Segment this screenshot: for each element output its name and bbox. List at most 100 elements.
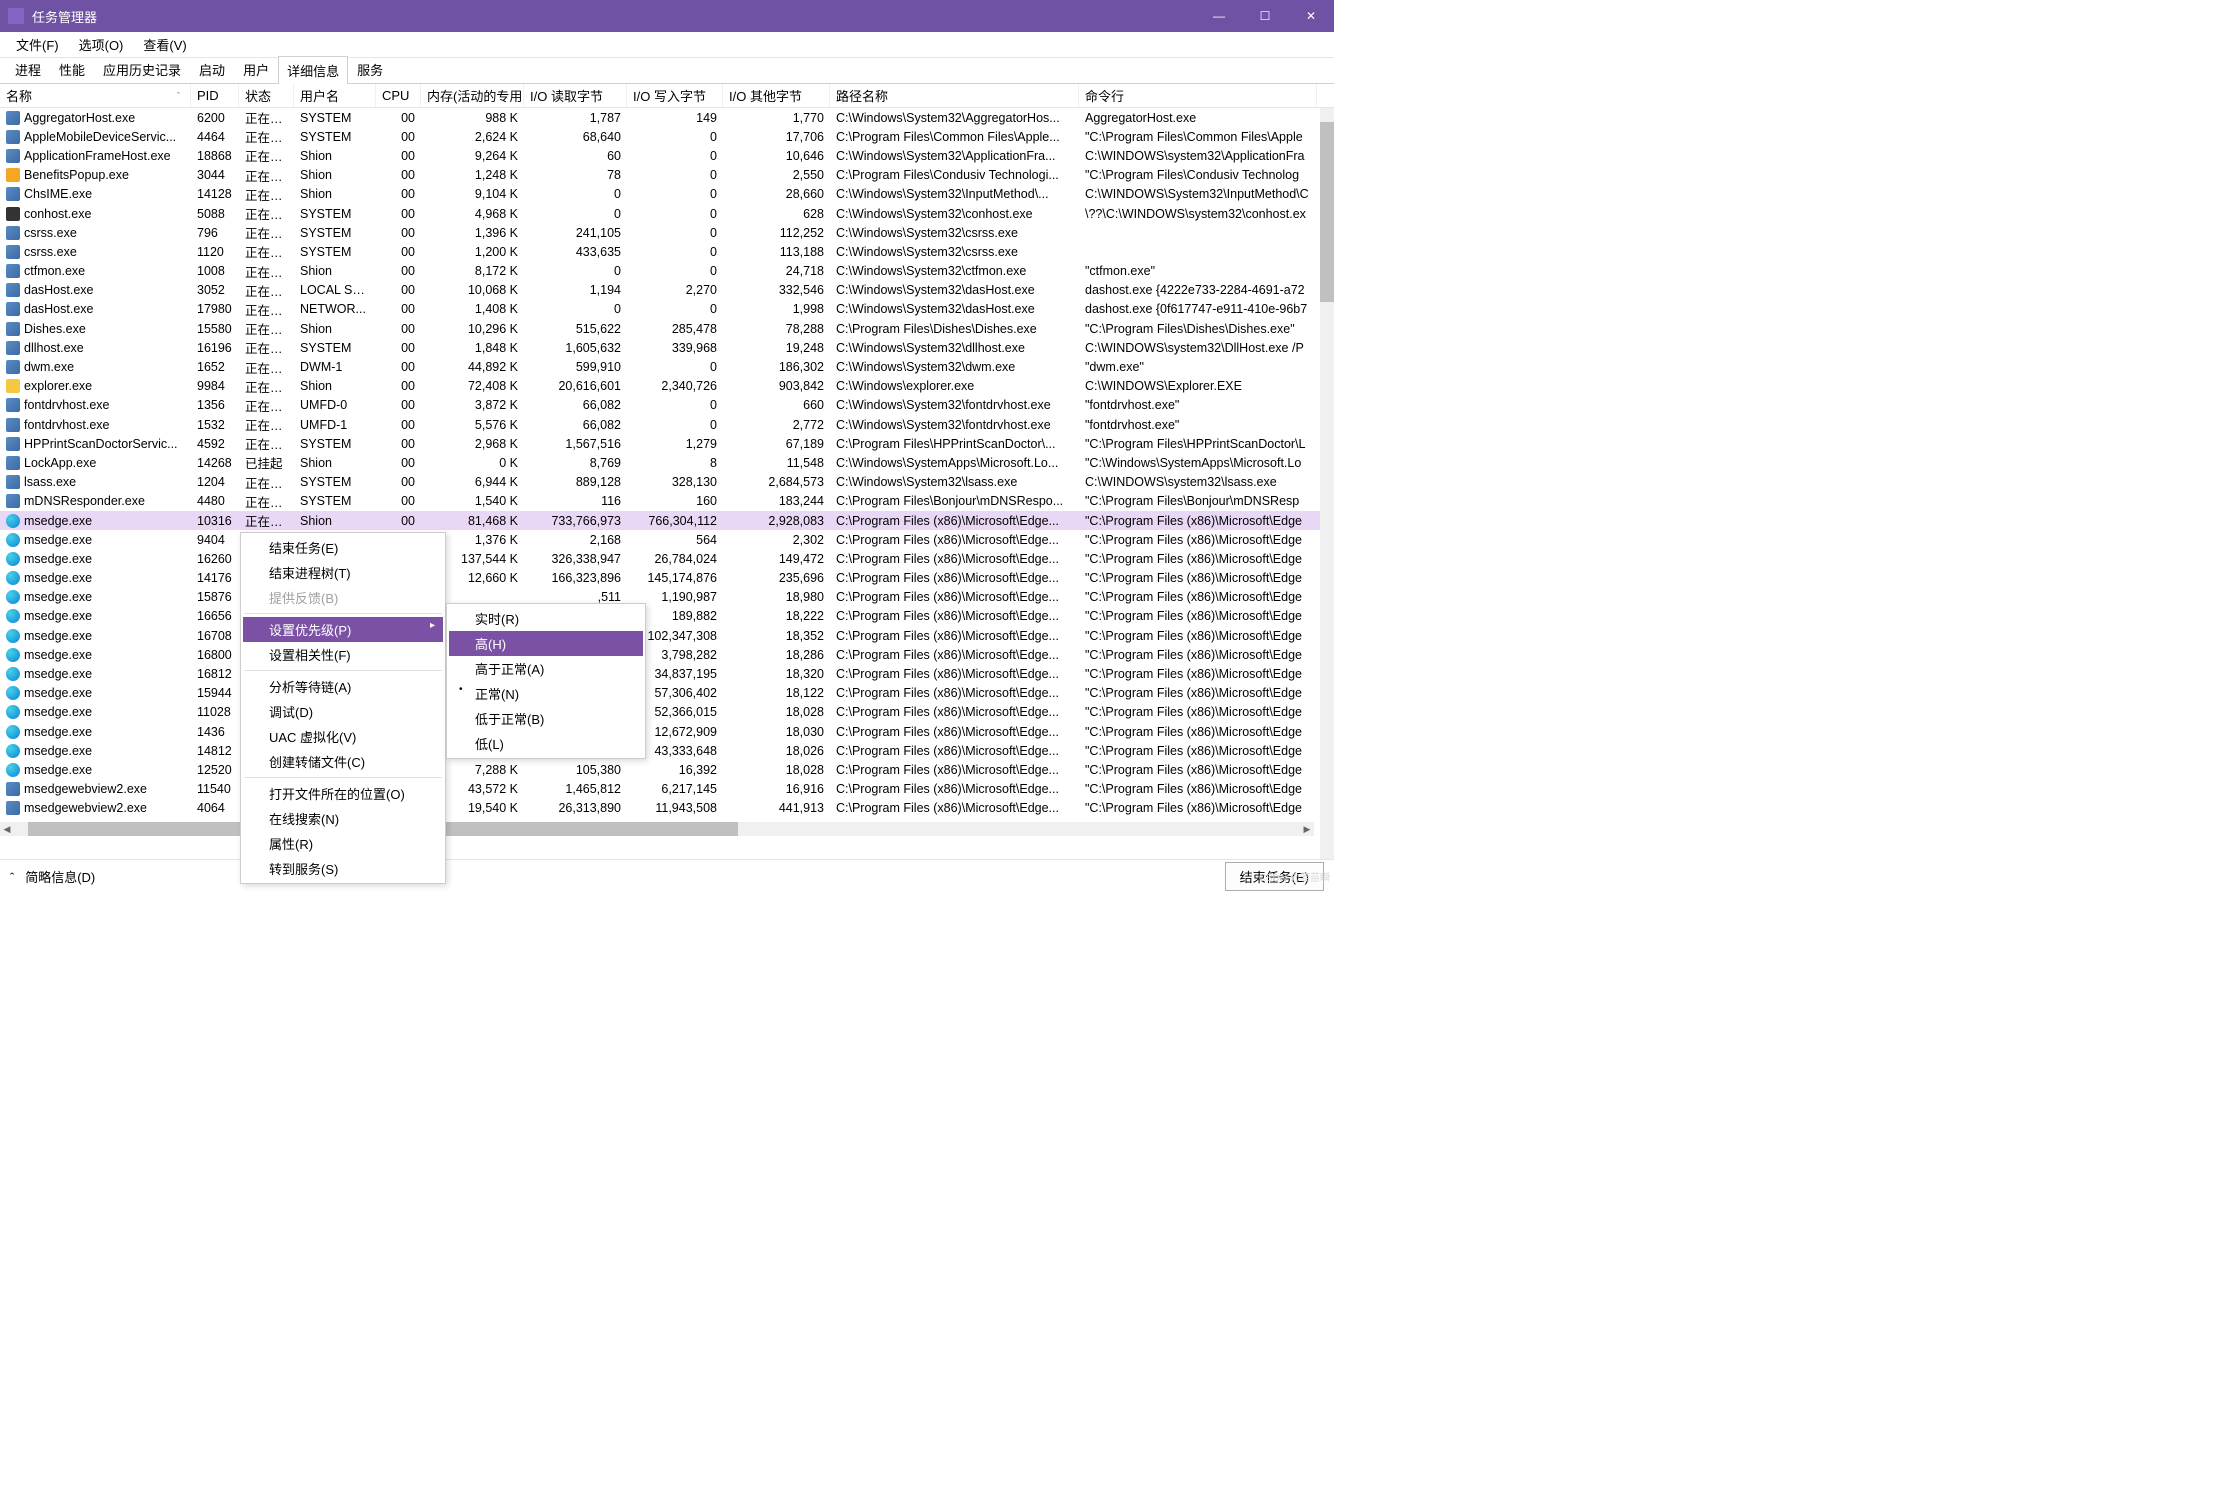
table-row[interactable]: msedge.exe16800,8763,798,28218,286C:\Pro…: [0, 645, 1334, 664]
cell-name: LockApp.exe: [0, 456, 191, 470]
column-header-0[interactable]: 名称ˆ: [0, 84, 191, 107]
column-header-10[interactable]: 命令行: [1079, 84, 1317, 107]
table-row[interactable]: msedge.exe1417612,660 K166,323,896145,17…: [0, 569, 1334, 588]
menu-item-8[interactable]: 调试(D): [243, 699, 443, 724]
table-row[interactable]: ApplicationFrameHost.exe18868正在运行Shion00…: [0, 146, 1334, 165]
table-row[interactable]: msedge.exe11028,76152,366,01518,028C:\Pr…: [0, 703, 1334, 722]
process-name: msedge.exe: [24, 686, 92, 700]
table-row[interactable]: msedge.exe1481282,384 K52,507,97243,333,…: [0, 741, 1334, 760]
table-row[interactable]: msedge.exe16812,16934,837,19518,320C:\Pr…: [0, 664, 1334, 683]
priority-item-2[interactable]: 高于正常(A): [449, 656, 643, 681]
column-header-3[interactable]: 用户名: [294, 84, 376, 107]
priority-item-3[interactable]: 正常(N)•: [449, 681, 643, 706]
table-row[interactable]: mDNSResponder.exe4480正在运行SYSTEM001,540 K…: [0, 492, 1334, 511]
table-row[interactable]: dasHost.exe17980正在运行NETWOR...001,408 K00…: [0, 300, 1334, 319]
menu-item-9[interactable]: UAC 虚拟化(V): [243, 724, 443, 749]
tab-2[interactable]: 应用历史记录: [94, 55, 190, 83]
scroll-right-arrow-icon[interactable]: ▶: [1300, 822, 1314, 836]
column-header-5[interactable]: 内存(活动的专用...: [421, 84, 524, 107]
table-row[interactable]: fontdrvhost.exe1532正在运行UMFD-1005,576 K66…: [0, 415, 1334, 434]
scroll-thumb-vertical[interactable]: [1320, 122, 1334, 302]
table-row[interactable]: msedge.exe16656,670189,88218,222C:\Progr…: [0, 607, 1334, 626]
cell-cmd: "ctfmon.exe": [1079, 264, 1317, 278]
priority-item-4[interactable]: 低于正常(B): [449, 706, 643, 731]
collapse-toggle[interactable]: ˆ 简略信息(D): [10, 867, 95, 886]
cell-pid: 14128: [191, 187, 239, 201]
table-row[interactable]: msedge.exe15944,67757,306,40218,122C:\Pr…: [0, 684, 1334, 703]
maximize-button[interactable]: ☐: [1242, 0, 1288, 32]
table-row[interactable]: ChsIME.exe14128正在运行Shion009,104 K0028,66…: [0, 185, 1334, 204]
menu-item-5[interactable]: 设置相关性(F): [243, 642, 443, 667]
table-row[interactable]: conhost.exe5088正在运行SYSTEM004,968 K00628C…: [0, 204, 1334, 223]
cell-user: Shion: [294, 264, 376, 278]
menu-file[interactable]: 文件(F): [6, 32, 69, 57]
table-row[interactable]: HPPrintScanDoctorServic...4592正在运行SYSTEM…: [0, 434, 1334, 453]
tab-5[interactable]: 详细信息: [278, 56, 348, 84]
table-row[interactable]: csrss.exe1120正在运行SYSTEM001,200 K433,6350…: [0, 242, 1334, 261]
menu-item-13[interactable]: 在线搜索(N): [243, 806, 443, 831]
menu-item-12[interactable]: 打开文件所在的位置(O): [243, 781, 443, 806]
cell-ioother: 1,998: [723, 302, 830, 316]
app-icon: [8, 8, 24, 24]
minimize-button[interactable]: —: [1196, 0, 1242, 32]
close-button[interactable]: ✕: [1288, 0, 1334, 32]
column-header-6[interactable]: I/O 读取字节: [524, 84, 627, 107]
table-row[interactable]: msedge.exe143676,296 K11,097,09912,672,9…: [0, 722, 1334, 741]
table-row[interactable]: fontdrvhost.exe1356正在运行UMFD-0003,872 K66…: [0, 396, 1334, 415]
separator: [244, 613, 442, 614]
tab-3[interactable]: 启动: [190, 55, 234, 83]
process-name: msedge.exe: [24, 514, 92, 528]
menu-item-4[interactable]: 设置优先级(P)▸: [243, 617, 443, 642]
column-header-7[interactable]: I/O 写入字节: [627, 84, 723, 107]
cell-user: DWM-1: [294, 360, 376, 374]
tab-0[interactable]: 进程: [6, 55, 50, 83]
scrollbar-vertical[interactable]: [1320, 108, 1334, 859]
scrollbar-horizontal[interactable]: ◀ ▶: [0, 822, 1314, 836]
cell-iowrite: 564: [627, 533, 723, 547]
table-row[interactable]: explorer.exe9984正在运行Shion0072,408 K20,61…: [0, 377, 1334, 396]
menu-item-0[interactable]: 结束任务(E): [243, 535, 443, 560]
table-row[interactable]: dwm.exe1652正在运行DWM-10044,892 K599,910018…: [0, 357, 1334, 376]
table-row[interactable]: LockApp.exe14268已挂起Shion000 K8,769811,54…: [0, 453, 1334, 472]
table-row[interactable]: msedgewebview2.exe1154043,572 K1,465,812…: [0, 780, 1334, 799]
menu-view[interactable]: 查看(V): [133, 32, 196, 57]
menu-options[interactable]: 选项(O): [69, 32, 134, 57]
scroll-left-arrow-icon[interactable]: ◀: [0, 822, 14, 836]
table-row[interactable]: dllhost.exe16196正在运行SYSTEM001,848 K1,605…: [0, 338, 1334, 357]
column-header-1[interactable]: PID: [191, 84, 239, 107]
tab-6[interactable]: 服务: [348, 55, 392, 83]
column-header-4[interactable]: CPU: [376, 84, 421, 107]
table-row[interactable]: msedge.exe125207,288 K105,38016,39218,02…: [0, 760, 1334, 779]
table-row[interactable]: msedge.exe10316正在运行Shion0081,468 K733,76…: [0, 511, 1334, 530]
table-row[interactable]: msedge.exe94041,376 K2,1685642,302C:\Pro…: [0, 530, 1334, 549]
cell-cpu: 00: [376, 437, 421, 451]
table-row[interactable]: dasHost.exe3052正在运行LOCAL SE...0010,068 K…: [0, 281, 1334, 300]
menu-item-10[interactable]: 创建转储文件(C): [243, 749, 443, 774]
tab-1[interactable]: 性能: [50, 55, 94, 83]
tab-4[interactable]: 用户: [234, 55, 278, 83]
menu-item-15[interactable]: 转到服务(S): [243, 856, 443, 881]
table-row[interactable]: AggregatorHost.exe6200正在运行SYSTEM00988 K1…: [0, 108, 1334, 127]
table-row[interactable]: msedgewebview2.exe406419,540 K26,313,890…: [0, 799, 1334, 818]
column-header-9[interactable]: 路径名称: [830, 84, 1079, 107]
menu-item-14[interactable]: 属性(R): [243, 831, 443, 856]
table-row[interactable]: AppleMobileDeviceServic...4464正在运行SYSTEM…: [0, 127, 1334, 146]
menu-item-7[interactable]: 分析等待链(A): [243, 674, 443, 699]
table-row[interactable]: msedge.exe16260137,544 K326,338,94726,78…: [0, 549, 1334, 568]
column-header-8[interactable]: I/O 其他字节: [723, 84, 830, 107]
process-name: dwm.exe: [24, 360, 74, 374]
cell-name: msedge.exe: [0, 571, 191, 585]
menu-item-1[interactable]: 结束进程树(T): [243, 560, 443, 585]
table-row[interactable]: csrss.exe796正在运行SYSTEM001,396 K241,10501…: [0, 223, 1334, 242]
priority-item-0[interactable]: 实时(R): [449, 606, 643, 631]
table-row[interactable]: lsass.exe1204正在运行SYSTEM006,944 K889,1283…: [0, 473, 1334, 492]
table-row[interactable]: Dishes.exe15580正在运行Shion0010,296 K515,62…: [0, 319, 1334, 338]
table-row[interactable]: BenefitsPopup.exe3044正在运行Shion001,248 K7…: [0, 166, 1334, 185]
priority-item-1[interactable]: 高(H): [449, 631, 643, 656]
grid-body[interactable]: AggregatorHost.exe6200正在运行SYSTEM00988 K1…: [0, 108, 1334, 822]
table-row[interactable]: msedge.exe15876,5111,190,98718,980C:\Pro…: [0, 588, 1334, 607]
column-header-2[interactable]: 状态: [239, 84, 294, 107]
priority-item-5[interactable]: 低(L): [449, 731, 643, 756]
table-row[interactable]: msedge.exe16708,372102,347,30818,352C:\P…: [0, 626, 1334, 645]
table-row[interactable]: ctfmon.exe1008正在运行Shion008,172 K0024,718…: [0, 262, 1334, 281]
